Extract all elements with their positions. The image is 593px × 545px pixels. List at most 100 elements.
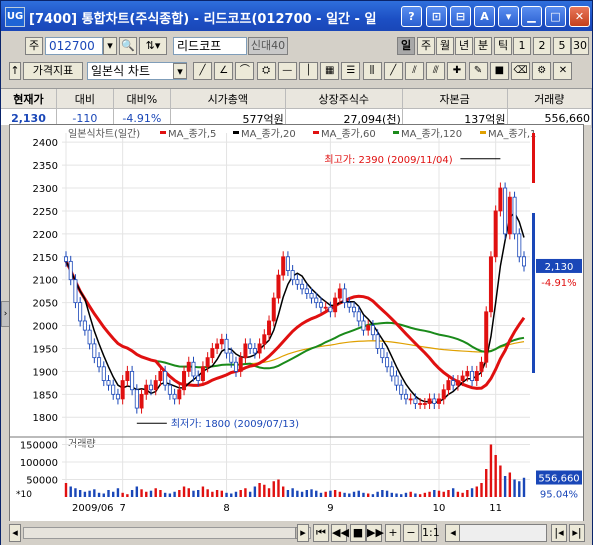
candle-body <box>422 403 427 405</box>
zoom-out-icon[interactable]: − <box>403 524 419 542</box>
pen-tool-icon[interactable]: ✎ <box>468 62 488 80</box>
quote-header-3: 시가총액 <box>170 89 286 109</box>
x-axis-label: 10 <box>433 503 446 514</box>
candle-body <box>177 389 182 400</box>
candle-body <box>512 196 517 235</box>
quote-header-2: 대비% <box>113 89 171 109</box>
angle-line-tool-icon[interactable]: ∠ <box>214 62 234 80</box>
chart-scrollbar[interactable] <box>23 527 311 539</box>
channel-tool-icon[interactable]: ☰ <box>341 62 361 80</box>
gann-tool-icon[interactable]: ╱ <box>383 62 403 80</box>
horizontal-line-tool-icon[interactable]: — <box>277 62 297 80</box>
volume-bar <box>451 488 455 497</box>
candle-body <box>191 361 196 377</box>
volume-bar <box>112 491 115 497</box>
line-tool-icon[interactable]: ╱ <box>193 62 212 80</box>
chart-type-dropdown-icon[interactable]: ▾ <box>173 63 187 79</box>
up-arrow-icon[interactable]: ↑ <box>9 62 21 80</box>
candle-body <box>248 343 253 349</box>
code-dropdown-icon[interactable]: ▾ <box>103 37 117 55</box>
delete-tool-icon[interactable]: ✕ <box>553 62 573 80</box>
fan-tool-icon[interactable]: ⛭ <box>256 62 276 80</box>
stock-badge: 신대40 <box>248 37 288 55</box>
candle-body <box>366 325 371 331</box>
volume-bar <box>211 491 214 497</box>
cycle-line-tool-icon[interactable]: ⫼ <box>362 62 382 80</box>
settings-tool-icon[interactable]: ⚙ <box>532 62 552 80</box>
arc-tool-icon[interactable]: ⌒ <box>235 62 255 80</box>
period-button-1[interactable]: 주 <box>417 37 435 55</box>
eraser-tool-icon[interactable]: ⌫ <box>511 62 530 80</box>
volume-bar <box>362 492 365 497</box>
volume-bar <box>140 489 143 497</box>
stock-chart[interactable]: 2400 2350 2300 2250 2200 2150 2100 2050 2000 1950… <box>9 124 584 523</box>
font-size-icon[interactable]: A <box>474 6 495 27</box>
volume-bar <box>220 490 224 497</box>
volume-bar <box>381 490 384 497</box>
vertical-line-tool-icon[interactable]: │ <box>299 62 318 80</box>
period-button-2[interactable]: 월 <box>436 37 454 55</box>
scroll-left-icon[interactable]: ◂ <box>9 524 21 542</box>
scroll-stop-icon[interactable]: ■ <box>350 524 366 542</box>
volume-bar <box>305 490 309 497</box>
volume-bar <box>404 492 408 497</box>
color-fill-tool-icon[interactable]: ■ <box>489 62 509 80</box>
last-icon[interactable]: ▸| <box>569 524 585 542</box>
volume-bar <box>466 490 469 497</box>
parallel-tool-icon[interactable]: ⫽ <box>405 62 424 80</box>
help-icon[interactable]: ? <box>401 6 422 27</box>
volume-bar <box>197 490 200 497</box>
minimize-button[interactable]: ▁ <box>521 6 542 27</box>
maximize-button[interactable]: □ <box>545 6 566 27</box>
first-icon[interactable]: |◂ <box>551 524 567 542</box>
period-button-8[interactable]: 5 <box>553 37 571 55</box>
forward-icon[interactable]: ▶▶ <box>366 524 384 542</box>
volume-bar <box>225 492 228 497</box>
legend-label: MA_종가,20 <box>241 128 296 140</box>
rewind-icon[interactable]: ◀◀ <box>331 524 349 542</box>
sort-icon[interactable]: ⇅▾ <box>139 37 167 55</box>
volume-tick-label: 50000 <box>26 476 58 487</box>
legend-swatch <box>233 131 239 134</box>
candle-body <box>111 384 116 395</box>
search-icon[interactable]: 🔍 <box>119 37 137 55</box>
period-button-5[interactable]: 틱 <box>494 37 512 55</box>
volume-bar <box>489 444 493 497</box>
chart-canvas: 2400 2350 2300 2250 2200 2150 2100 2050 2000 1950… <box>10 128 583 514</box>
window-split-icon[interactable]: ⊟ <box>450 6 471 27</box>
candle-body <box>361 320 366 331</box>
candle-body <box>333 297 338 313</box>
candle-body <box>455 380 460 386</box>
fibo-tool-icon[interactable]: ⫻ <box>426 62 446 80</box>
candle-body <box>493 210 498 258</box>
period-button-9[interactable]: 30 <box>571 37 589 55</box>
window-layout-icon[interactable]: ⊡ <box>426 6 447 27</box>
stock-code-input[interactable]: 012700 <box>45 37 103 55</box>
candle-body <box>267 320 272 336</box>
period-button-0[interactable]: 일 <box>397 37 415 55</box>
period-button-3[interactable]: 년 <box>455 37 473 55</box>
zoom-in-icon[interactable]: + <box>385 524 401 542</box>
prev-icon[interactable]: ⏮ <box>313 524 329 542</box>
chart-type-select[interactable]: 일본식 차트 <box>87 62 187 80</box>
dropdown-icon[interactable]: ▾ <box>498 6 519 27</box>
legend-swatch <box>160 131 166 134</box>
cross-line-tool-icon[interactable]: ✚ <box>447 62 467 80</box>
period-button-7[interactable]: 2 <box>533 37 551 55</box>
volume-bar <box>324 491 327 497</box>
market-type-button[interactable]: 주 <box>25 37 43 55</box>
title-bar[interactable]: UG [7400] 통합차트(주식종합) - 리드코프(012700 - 일간 … <box>1 1 592 31</box>
period-button-4[interactable]: 분 <box>474 37 492 55</box>
candle-body <box>64 256 69 262</box>
close-button[interactable]: ✕ <box>569 6 590 27</box>
candle-body <box>262 334 267 345</box>
right-axis-marker <box>532 133 535 183</box>
period-button-6[interactable]: 1 <box>513 37 531 55</box>
indicator-button[interactable]: 가격지표 <box>23 62 83 80</box>
zoom-slider[interactable] <box>459 524 547 542</box>
scroll-right-icon[interactable]: ▸ <box>297 524 309 542</box>
candle-body <box>418 403 423 405</box>
volume-bar <box>239 490 242 497</box>
grid-tool-icon[interactable]: ▦ <box>320 62 340 80</box>
ratio-button[interactable]: 1:1 <box>421 524 440 542</box>
